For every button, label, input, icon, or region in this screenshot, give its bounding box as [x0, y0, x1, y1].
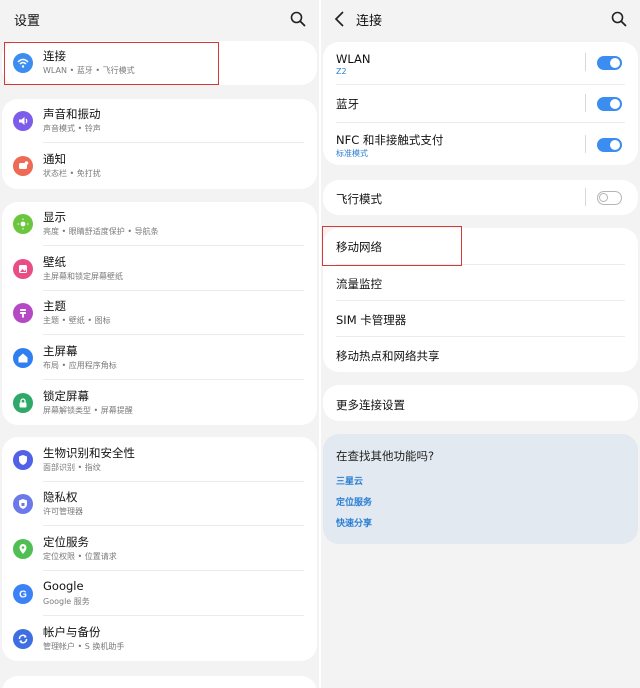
settings-item-subtitle: 主题 • 壁纸 • 图标: [43, 316, 111, 325]
more-connection-settings-label: 更多连接设置: [336, 398, 405, 412]
settings-item[interactable]: 帐户与备份管理帐户 • S 换机助手: [2, 616, 317, 661]
settings-item[interactable]: 显示亮度 • 眼睛舒适度保护 • 导航条: [2, 202, 317, 246]
connection-highlight-box: [4, 42, 219, 85]
settings-item-subtitle: 屏幕解锁类型 • 屏幕提醒: [43, 405, 133, 415]
settings-item-subtitle: 布局 • 应用程序角标: [43, 360, 117, 370]
shield-icon: [13, 449, 33, 470]
settings-item-label: 显示: [43, 210, 66, 224]
wlan-network-name: Z2: [336, 67, 347, 76]
connections-header: 连接: [321, 0, 640, 38]
settings-item-label: 锁定屏幕: [43, 388, 89, 403]
hotspot-label: 移动热点和网络共享: [336, 349, 440, 363]
home-icon: [13, 347, 33, 368]
theme-icon: [13, 303, 33, 323]
bluetooth-label: 蓝牙: [336, 97, 359, 111]
settings-group-card: 生物识别和安全性面部识别 • 指纹隐私权许可管理器定位服务定位权限 • 位置请求…: [2, 437, 317, 661]
settings-item[interactable]: 声音和振动声音模式 • 铃声: [2, 99, 317, 143]
nfc-mode: 标准模式: [336, 149, 368, 158]
quick-share-link[interactable]: 快速分享: [336, 516, 372, 529]
google-icon: G: [13, 583, 33, 604]
privacy-icon: [13, 494, 33, 514]
sim-manager-row[interactable]: SIM 卡管理器: [323, 301, 638, 336]
lock-icon: [13, 392, 33, 413]
page-title: 设置: [14, 14, 41, 29]
settings-item-label: 壁纸: [43, 254, 66, 269]
settings-item-label: 隐私权: [43, 490, 78, 504]
svg-text:G: G: [19, 589, 27, 600]
settings-item[interactable]: 主题主题 • 壁纸 • 图标: [2, 291, 317, 335]
settings-item-label: 定位服务: [43, 534, 89, 549]
wireless-card: WLAN Z2 蓝牙 NFC 和非接触式支付 标准模式: [323, 42, 638, 165]
wlan-toggle[interactable]: [597, 56, 622, 70]
settings-item-subtitle: 声音模式 • 铃声: [43, 124, 101, 133]
settings-item[interactable]: 高级功能: [2, 676, 317, 688]
row-separator: [585, 53, 586, 71]
looking-for-title: 在查找其他功能吗?: [336, 449, 435, 463]
samsung-cloud-link[interactable]: 三星云: [336, 474, 363, 487]
location-service-link[interactable]: 定位服务: [336, 495, 372, 508]
settings-item-subtitle: 许可管理器: [43, 507, 83, 516]
search-icon[interactable]: [289, 10, 307, 28]
settings-item-subtitle: Google 服务: [43, 596, 90, 606]
settings-item-subtitle: 定位权限 • 位置请求: [43, 551, 117, 561]
wlan-row[interactable]: WLAN Z2: [323, 42, 638, 82]
settings-item-label: 帐户与备份: [43, 624, 101, 639]
airplane-mode-toggle[interactable]: [597, 191, 622, 205]
speaker-icon: [13, 111, 33, 131]
hotspot-row[interactable]: 移动热点和网络共享: [323, 337, 638, 372]
row-separator: [585, 94, 586, 112]
settings-item-subtitle: 主屏幕和锁定屏幕壁纸: [43, 271, 123, 281]
settings-item-label: Google: [43, 578, 84, 593]
settings-group-card: 高级功能: [2, 676, 317, 688]
settings-item[interactable]: 锁定屏幕屏幕解锁类型 • 屏幕提醒: [2, 380, 317, 425]
settings-group-card: 声音和振动声音模式 • 铃声通知状态栏 • 免打扰: [2, 99, 317, 189]
wallpaper-icon: [13, 258, 33, 279]
nfc-row[interactable]: NFC 和非接触式支付 标准模式: [323, 123, 638, 165]
nfc-toggle[interactable]: [597, 138, 622, 152]
bluetooth-row[interactable]: 蓝牙: [323, 85, 638, 121]
search-icon[interactable]: [610, 10, 628, 28]
sim-manager-label: SIM 卡管理器: [336, 313, 407, 327]
settings-item[interactable]: 通知状态栏 • 免打扰: [2, 143, 317, 189]
settings-item[interactable]: 生物识别和安全性面部识别 • 指纹: [2, 437, 317, 482]
settings-item-subtitle: 亮度 • 眼睛舒适度保护 • 导航条: [43, 227, 159, 236]
settings-item-subtitle: 状态栏 • 免打扰: [43, 169, 101, 178]
sync-icon: [13, 628, 33, 649]
settings-item-subtitle: 管理帐户 • S 换机助手: [43, 641, 125, 651]
settings-header: 设置: [0, 0, 319, 38]
settings-item-label: 主屏幕: [43, 343, 78, 358]
settings-item[interactable]: G Google Google 服务: [2, 571, 317, 616]
sun-icon: [13, 214, 33, 234]
looking-for-something-card: 在查找其他功能吗? 三星云 定位服务 快速分享: [323, 434, 638, 544]
mobile-network-highlight-box: [322, 226, 462, 266]
settings-item[interactable]: 主屏幕布局 • 应用程序角标: [2, 335, 317, 380]
data-usage-label: 流量监控: [336, 277, 382, 291]
settings-screen: 设置 连接 WLAN • 蓝牙 • 飞行模式 声音和振动 声音模式 • 铃声 通知 状态栏…: [0, 0, 319, 688]
row-separator: [585, 188, 586, 206]
settings-item-label: 声音和振动: [43, 107, 101, 121]
settings-item-label: 通知: [43, 152, 66, 166]
settings-item[interactable]: 定位服务定位权限 • 位置请求: [2, 526, 317, 571]
nfc-label: NFC 和非接触式支付: [336, 133, 444, 147]
row-separator: [585, 135, 586, 153]
settings-item[interactable]: 壁纸主屏幕和锁定屏幕壁纸: [2, 246, 317, 291]
settings-item-label: 生物识别和安全性: [43, 445, 135, 460]
settings-group-card: 显示亮度 • 眼睛舒适度保护 • 导航条壁纸主屏幕和锁定屏幕壁纸主题主题 • 壁…: [2, 202, 317, 425]
wlan-label: WLAN: [336, 52, 371, 66]
settings-item[interactable]: 隐私权 许可管理器: [2, 482, 317, 526]
page-title: 连接: [356, 14, 383, 29]
airplane-mode-row[interactable]: 飞行模式: [323, 180, 638, 215]
location-icon: [13, 538, 33, 559]
bluetooth-toggle[interactable]: [597, 97, 622, 111]
settings-item-label: 主题: [43, 299, 66, 313]
connections-screen: 连接 WLAN Z2 蓝牙 NFC 和非接触式支付 标准模式 飞行模式 移动网络…: [321, 0, 640, 688]
settings-item-subtitle: 面部识别 • 指纹: [43, 462, 101, 472]
more-connection-settings-row[interactable]: 更多连接设置: [323, 385, 638, 421]
airplane-mode-label: 飞行模式: [336, 192, 382, 206]
back-arrow-icon[interactable]: [333, 10, 347, 28]
data-usage-row[interactable]: 流量监控: [323, 265, 638, 300]
notification-icon: [13, 156, 33, 176]
